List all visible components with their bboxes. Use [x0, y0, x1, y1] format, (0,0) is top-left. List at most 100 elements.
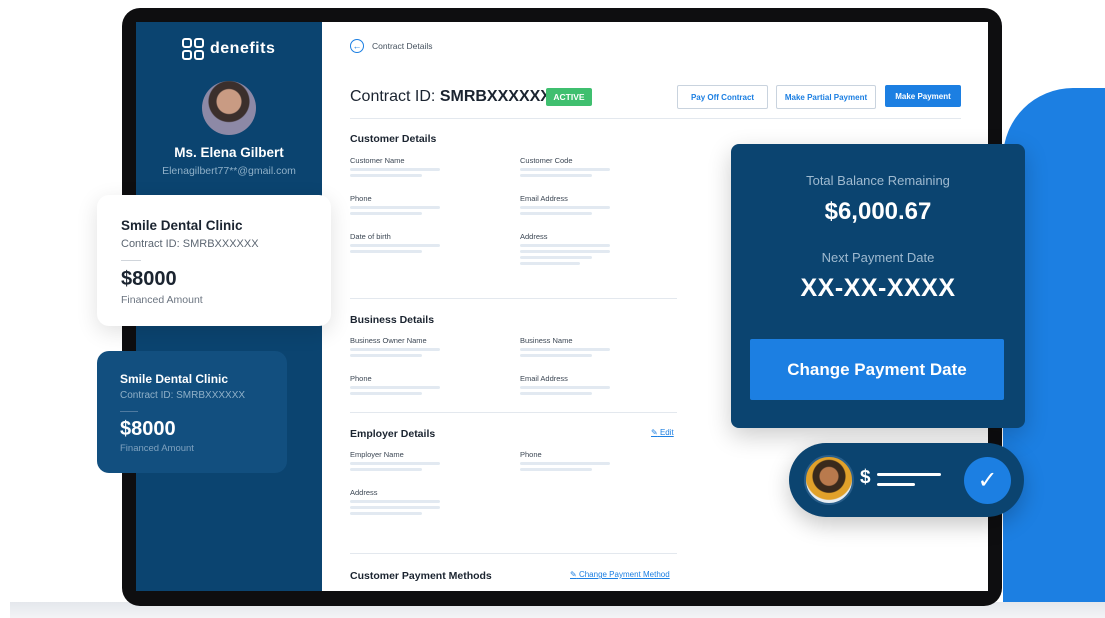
field-label: Email Address — [520, 374, 568, 383]
field-value-placeholder — [520, 262, 580, 265]
field-value-placeholder — [350, 468, 422, 471]
business-details-title: Business Details — [350, 314, 435, 326]
field-label: Employer Name — [350, 450, 404, 459]
contract-id-value: SMRBXXXXXX — [182, 238, 259, 250]
field-value-placeholder — [350, 212, 422, 215]
pay-off-contract-button[interactable]: Pay Off Contract — [677, 85, 768, 109]
field-label: Business Owner Name — [350, 336, 427, 345]
section-divider — [350, 553, 677, 554]
balance-card: Total Balance Remaining $6,000.67 Next P… — [731, 144, 1025, 428]
clinic-name: Smile Dental Clinic — [120, 372, 229, 386]
clinic-card[interactable]: Smile Dental Clinic Contract ID: SMRBXXX… — [97, 195, 331, 326]
field-label: Customer Name — [350, 156, 405, 165]
field-value-placeholder — [350, 168, 440, 171]
make-payment-button[interactable]: Make Payment — [885, 85, 961, 107]
field-value-placeholder — [520, 244, 610, 247]
field-value-placeholder — [520, 386, 610, 389]
field-value-placeholder — [520, 206, 610, 209]
field-value-placeholder — [350, 386, 440, 389]
field-value-placeholder — [350, 206, 440, 209]
user-avatar — [202, 81, 256, 135]
field-label: Business Name — [520, 336, 573, 345]
field-value-placeholder — [520, 468, 592, 471]
field-value-placeholder — [350, 462, 440, 465]
title-divider — [350, 118, 961, 119]
employer-details-title: Employer Details — [350, 428, 436, 440]
financed-amount-label: Financed Amount — [120, 443, 194, 454]
field-label: Address — [350, 488, 378, 497]
contract-id-value: SMRBXXXXXX — [176, 390, 246, 401]
section-divider — [350, 298, 677, 299]
edit-employer-link[interactable]: ✎ Edit — [651, 428, 674, 437]
clinic-contract-id: Contract ID: SMRBXXXXXX — [121, 238, 259, 250]
card-divider — [120, 411, 138, 412]
card-divider — [121, 260, 141, 261]
clinic-card[interactable]: Smile Dental Clinic Contract ID: SMRBXXX… — [97, 351, 287, 473]
field-label: Date of birth — [350, 232, 391, 241]
pencil-icon: ✎ — [651, 428, 658, 437]
customer-avatar — [804, 455, 854, 505]
field-value-placeholder — [350, 512, 422, 515]
field-label: Address — [520, 232, 548, 241]
field-value-placeholder — [350, 250, 422, 253]
page-title: Contract ID: SMRBXXXXXX — [350, 88, 551, 106]
financed-amount: $8000 — [120, 418, 176, 440]
change-payment-date-button[interactable]: Change Payment Date — [750, 339, 1004, 400]
field-value-placeholder — [520, 250, 610, 253]
field-value-placeholder — [350, 244, 440, 247]
user-name: Ms. Elena Gilbert — [174, 145, 284, 160]
customer-details-title: Customer Details — [350, 133, 437, 145]
clinic-name: Smile Dental Clinic — [121, 218, 243, 233]
field-value-placeholder — [520, 462, 610, 465]
check-icon: ✓ — [964, 457, 1011, 504]
field-value-placeholder — [520, 348, 610, 351]
balance-label: Total Balance Remaining — [806, 173, 950, 188]
contract-id-value: SMRBXXXXXX — [439, 88, 551, 105]
field-value-placeholder — [520, 212, 592, 215]
next-payment-label: Next Payment Date — [821, 250, 935, 265]
field-value-placeholder — [520, 168, 610, 171]
field-value-placeholder — [520, 256, 592, 259]
field-value-placeholder — [350, 392, 422, 395]
back-arrow-icon[interactable]: ← — [350, 39, 364, 53]
contract-id-label: Contract ID: — [350, 88, 436, 105]
change-payment-method-label: Change Payment Method — [578, 570, 670, 579]
clinic-contract-id: Contract ID: SMRBXXXXXX — [120, 390, 245, 401]
contract-id-label: Contract ID: — [120, 390, 174, 401]
amount-placeholder-line — [877, 473, 941, 476]
next-payment-date: XX-XX-XXXX — [800, 274, 956, 302]
payment-confirmation-pill: $ ✓ — [789, 443, 1024, 517]
make-partial-payment-button[interactable]: Make Partial Payment — [776, 85, 876, 109]
edit-label: Edit — [659, 428, 674, 437]
status-badge: ACTIVE — [546, 88, 592, 106]
financed-amount-label: Financed Amount — [121, 294, 203, 306]
field-value-placeholder — [520, 174, 592, 177]
field-label: Phone — [350, 374, 372, 383]
logo-icon — [182, 38, 204, 60]
section-divider — [350, 412, 677, 413]
field-value-placeholder — [350, 348, 440, 351]
field-value-placeholder — [350, 354, 422, 357]
field-value-placeholder — [350, 500, 440, 503]
breadcrumb-label: Contract Details — [372, 41, 433, 51]
field-label: Email Address — [520, 194, 568, 203]
dollar-sign: $ — [860, 467, 871, 488]
contract-id-label: Contract ID: — [121, 238, 180, 250]
field-value-placeholder — [350, 174, 422, 177]
field-label: Phone — [350, 194, 372, 203]
user-email: Elenagilbert77**@gmail.com — [162, 165, 296, 177]
pencil-icon: ✎ — [570, 570, 577, 579]
payment-methods-title: Customer Payment Methods — [350, 570, 492, 582]
amount-placeholder-line — [877, 483, 915, 486]
field-value-placeholder — [520, 354, 592, 357]
field-label: Phone — [520, 450, 542, 459]
brand-name: denefits — [210, 40, 276, 57]
field-label: Customer Code — [520, 156, 573, 165]
balance-value: $6,000.67 — [824, 198, 932, 225]
brand-logo[interactable]: denefits — [182, 38, 275, 60]
change-payment-method-link[interactable]: ✎ Change Payment Method — [570, 570, 670, 579]
breadcrumb: ← Contract Details — [350, 39, 432, 53]
field-value-placeholder — [350, 506, 440, 509]
financed-amount: $8000 — [121, 268, 177, 290]
field-value-placeholder — [520, 392, 592, 395]
